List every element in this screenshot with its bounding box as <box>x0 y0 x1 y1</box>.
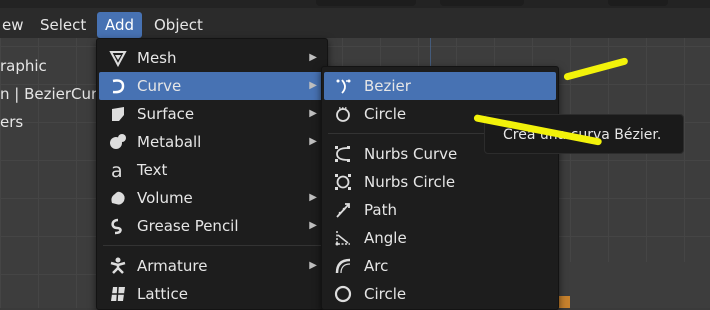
curve-item-label: Circle <box>364 285 407 303</box>
menu-separator <box>103 245 321 246</box>
add-menu-item-curve[interactable]: Curve ▶ <box>99 72 325 100</box>
mesh-icon <box>109 51 127 67</box>
menu-object[interactable]: Object <box>146 12 211 38</box>
angle-icon <box>335 231 350 246</box>
add-menu-label: Grease Pencil <box>137 217 239 235</box>
submenu-arrow-icon: ▶ <box>309 108 317 119</box>
submenu-arrow-icon: ▶ <box>309 192 317 203</box>
curve-item-nurbs-circle[interactable]: Nurbs Circle <box>324 168 556 196</box>
add-menu-item-metaball[interactable]: Metaball ▶ <box>99 128 325 156</box>
add-menu: Mesh ▶ Curve ▶ Surface ▶ Metaball ▶ a Te… <box>96 38 328 310</box>
add-menu-label: Metaball <box>137 133 202 151</box>
header-widget[interactable] <box>440 0 524 6</box>
add-menu-item-text[interactable]: a Text <box>99 156 325 184</box>
curve-item-bezier[interactable]: Bezier <box>324 72 556 100</box>
curve-item-angle[interactable]: Angle <box>324 224 556 252</box>
curve-item-arc[interactable]: Arc <box>324 252 556 280</box>
tooltip: Crea una curva Bézier. <box>484 114 684 154</box>
header-bar: ew Select Add Object <box>0 0 710 38</box>
volume-icon <box>111 191 125 205</box>
menu-select[interactable]: Select <box>32 12 94 38</box>
svg-text:a: a <box>111 161 123 179</box>
add-menu-item-armature[interactable]: Armature ▶ <box>99 252 325 280</box>
add-menu-item-mesh[interactable]: Mesh ▶ <box>99 44 325 72</box>
menu-add[interactable]: Add <box>97 12 143 38</box>
curve-item-circle[interactable]: Circle <box>324 280 556 308</box>
metaball-icon <box>110 134 126 149</box>
lattice-icon <box>111 286 125 302</box>
grease-pencil-icon <box>111 218 122 235</box>
viewport-corner <box>557 262 710 308</box>
circle-icon <box>334 285 352 303</box>
submenu-arrow-icon: ▶ <box>309 260 317 271</box>
text-icon: a <box>111 161 123 179</box>
arc-icon <box>335 258 351 274</box>
curve-item-label: Path <box>364 201 397 219</box>
curve-item-label: Circle <box>364 105 407 123</box>
add-menu-label: Surface <box>137 105 195 123</box>
add-menu-item-volume[interactable]: Volume ▶ <box>99 184 325 212</box>
curve-item-label: Angle <box>364 229 407 247</box>
add-menu-item-surface[interactable]: Surface ▶ <box>99 100 325 128</box>
path-icon <box>336 203 350 218</box>
menu-view[interactable]: ew <box>0 12 32 38</box>
viewport-overlay-text: raphic <box>0 57 47 75</box>
submenu-arrow-icon: ▶ <box>309 80 317 91</box>
add-menu-label: Curve <box>137 77 182 95</box>
bezier-icon <box>336 79 351 94</box>
add-menu-item-grease-pencil[interactable]: Grease Pencil ▶ <box>99 212 325 240</box>
bezier-circle-icon <box>336 107 350 122</box>
viewport-overlay-text: ers <box>0 113 24 131</box>
submenu-arrow-icon: ▶ <box>309 220 317 231</box>
curve-item-label: Nurbs Circle <box>364 173 456 191</box>
add-menu-label: Volume <box>137 189 193 207</box>
nurbs-circle-icon <box>335 174 351 190</box>
curve-item-label: Nurbs Curve <box>364 145 458 163</box>
curve-item-label: Bezier <box>364 77 411 95</box>
viewport-overlay-text: n | BezierCurv <box>0 85 107 103</box>
surface-icon <box>112 107 124 121</box>
curve-item-label: Arc <box>364 257 389 275</box>
header-top-strip <box>0 0 710 8</box>
add-menu-item-lattice[interactable]: Lattice <box>99 280 325 308</box>
armature-icon <box>110 257 126 274</box>
header-widget[interactable] <box>316 0 416 6</box>
curve-submenu: Bezier Circle Nurbs Curve Nurbs Circle P… <box>321 66 559 310</box>
nurbs-curve-icon <box>335 146 350 162</box>
add-menu-label: Mesh <box>137 49 177 67</box>
add-menu-label: Lattice <box>137 285 188 303</box>
curve-icon <box>112 79 125 94</box>
submenu-arrow-icon: ▶ <box>309 52 317 63</box>
curve-item-path[interactable]: Path <box>324 196 556 224</box>
submenu-arrow-icon: ▶ <box>309 136 317 147</box>
header-widget[interactable] <box>608 0 668 6</box>
add-menu-label: Armature <box>137 257 208 275</box>
add-menu-label: Text <box>137 161 168 179</box>
